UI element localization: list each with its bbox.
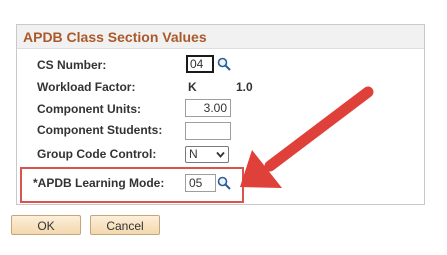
cancel-button[interactable]: Cancel <box>90 215 160 235</box>
ok-button[interactable]: OK <box>11 215 81 235</box>
